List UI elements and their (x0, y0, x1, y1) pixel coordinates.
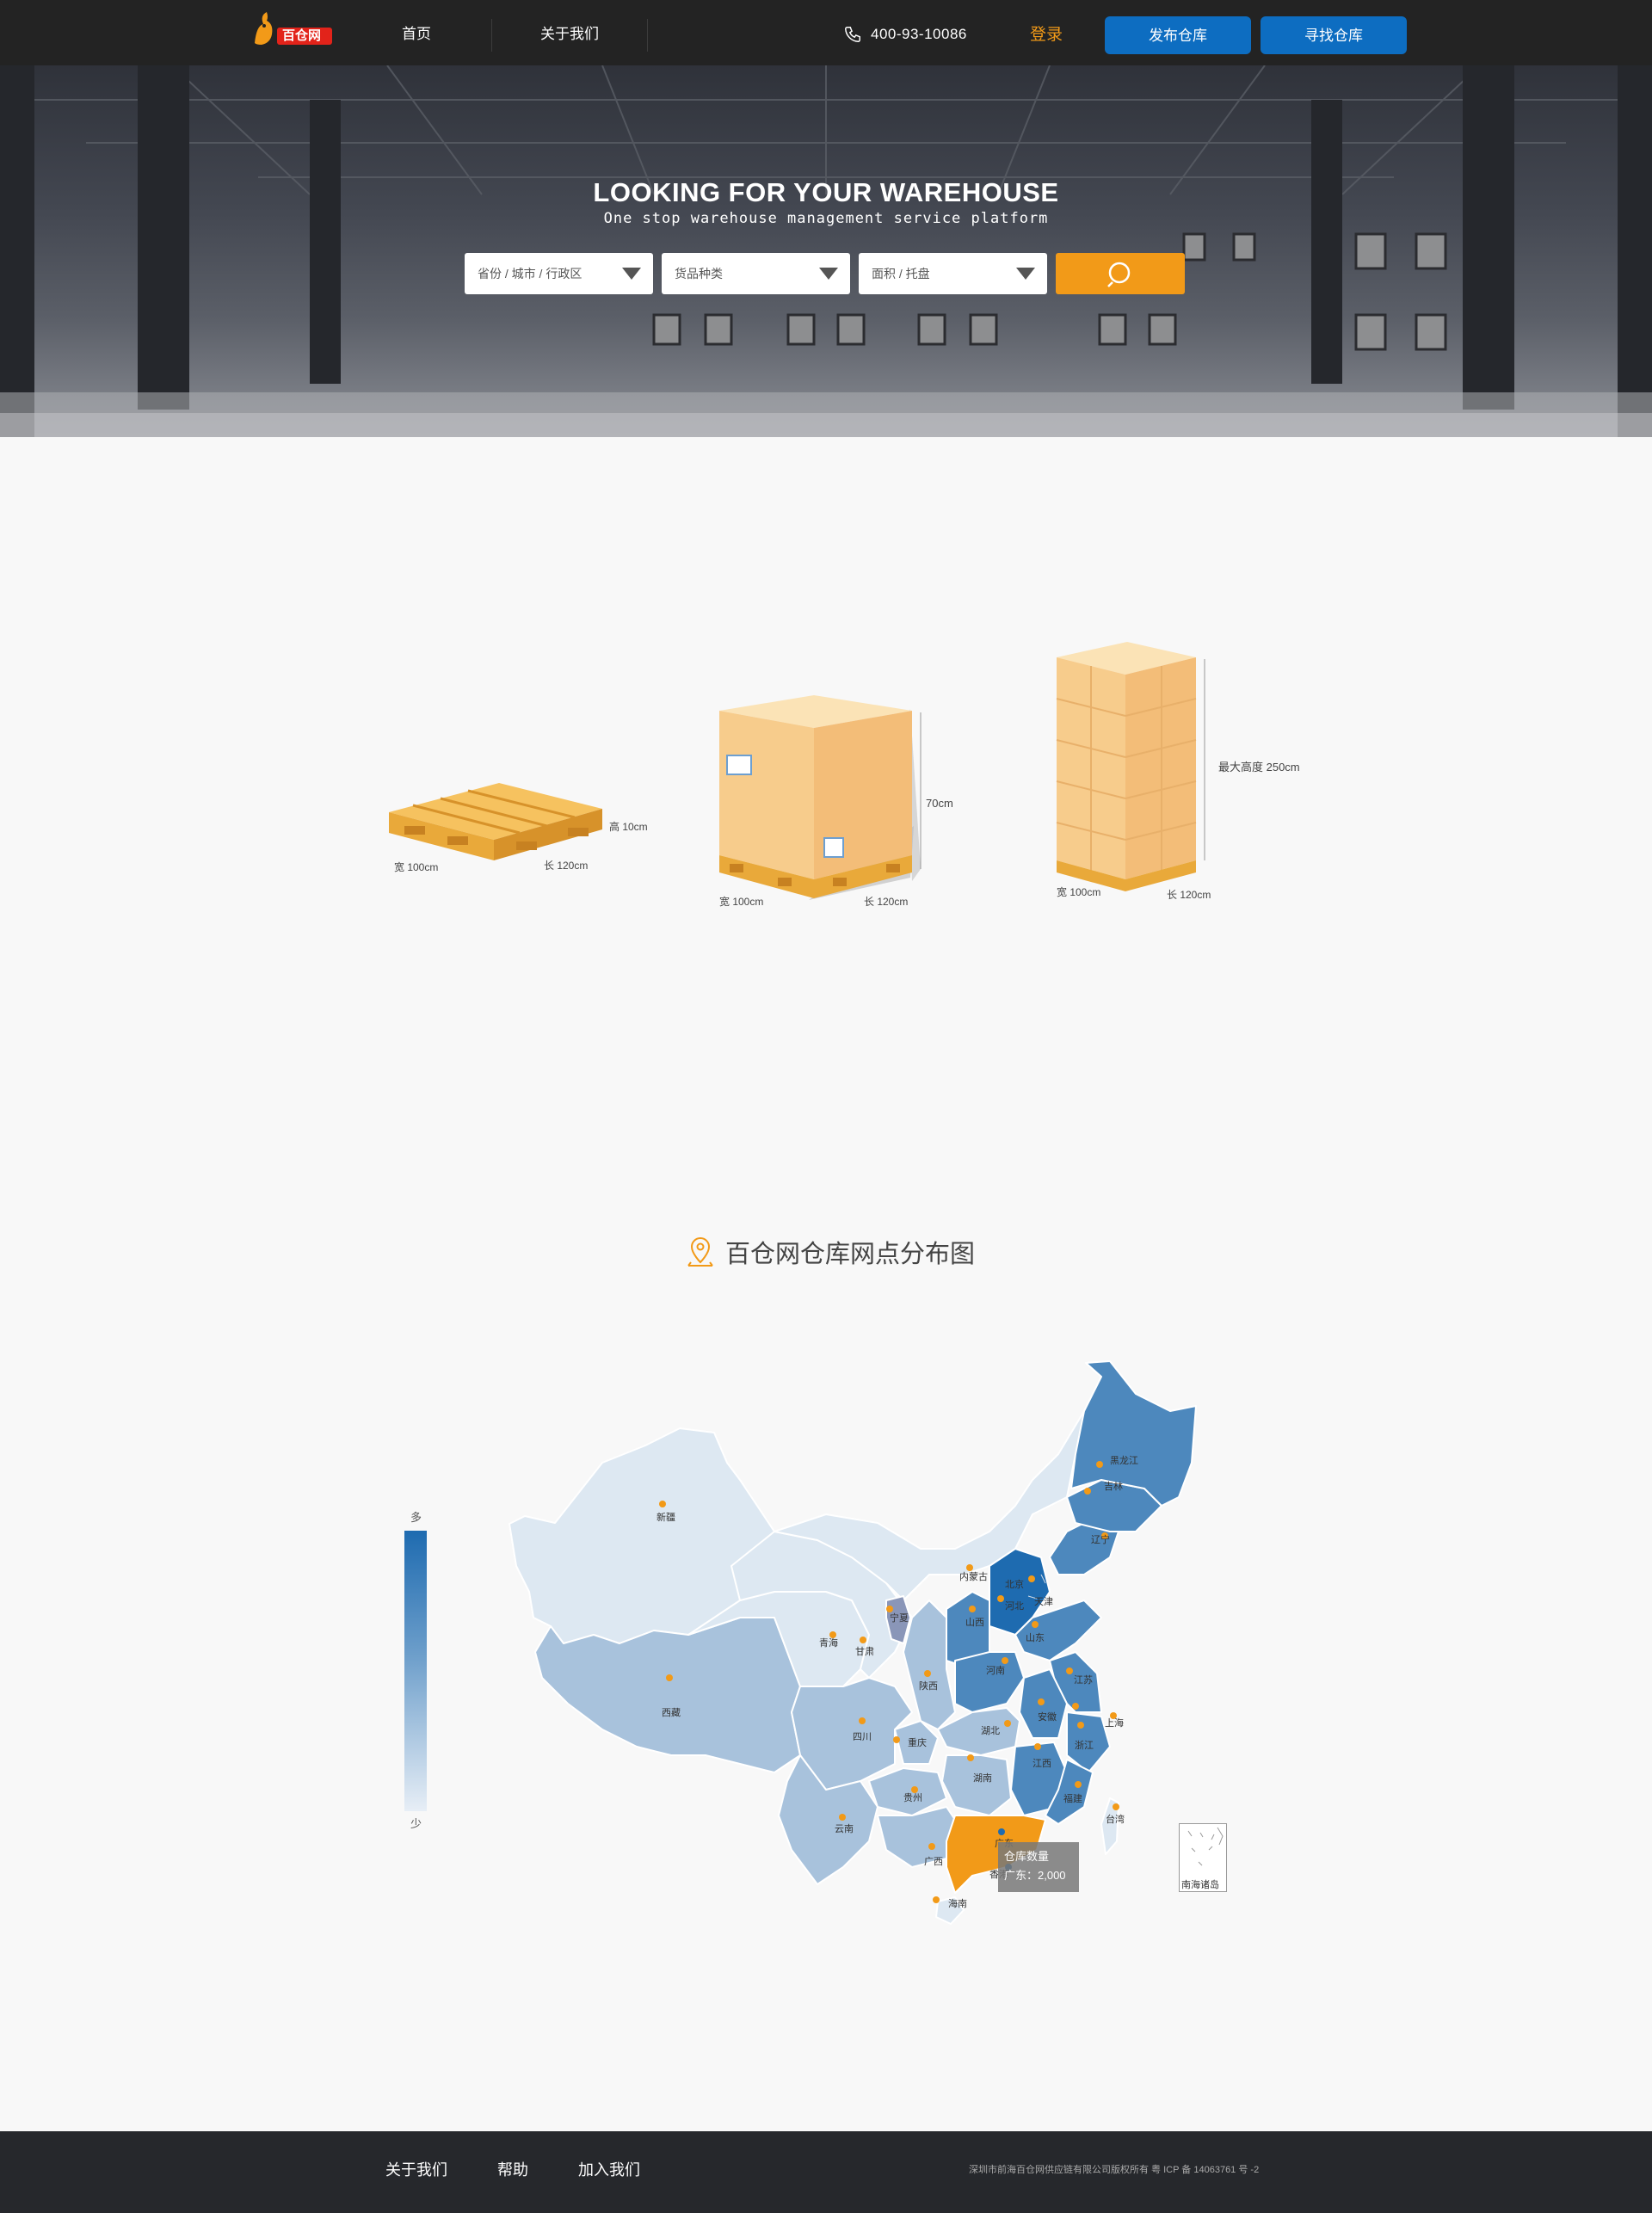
province-henan[interactable] (954, 1651, 1025, 1713)
footer-copyright: 深圳市前海百仓网供应链有限公司版权所有 粤 ICP 备 14063761 号 -… (969, 2165, 1260, 2175)
label-hunan: 湖南 (973, 1773, 992, 1784)
footer-join-link[interactable]: 加入我们 (578, 2131, 640, 2209)
area-select-value: 面积 / 托盘 (872, 267, 930, 280)
stacked-pallet-width: 宽 100cm (1057, 886, 1101, 898)
area-select[interactable]: 面积 / 托盘 (859, 253, 1047, 294)
label-guizhou: 贵州 (903, 1793, 922, 1803)
boxed-pallet-width: 宽 100cm (719, 896, 764, 908)
top-navigation-bar: 百仓网 首页 关于我们 400-93-10086 登录 发布仓库 寻找仓库 (0, 0, 1652, 65)
label-jiangsu: 江苏 (1074, 1675, 1093, 1686)
footer: 关于我们 帮助 加入我们 深圳市前海百仓网供应链有限公司版权所有 粤 ICP 备… (0, 2131, 1652, 2213)
footer-help-link[interactable]: 帮助 (497, 2131, 528, 2209)
label-gansu: 甘肃 (855, 1647, 874, 1657)
boxed-pallet (719, 695, 922, 900)
label-anhui: 安徽 (1038, 1712, 1057, 1723)
find-warehouse-button[interactable]: 寻找仓库 (1261, 16, 1407, 54)
label-ningxia: 宁夏 (890, 1613, 909, 1624)
label-jilin: 吉林 (1104, 1482, 1123, 1492)
label-yunnan: 云南 (835, 1824, 854, 1834)
label-guangxi: 广西 (924, 1857, 943, 1867)
label-shaanxi: 陕西 (919, 1681, 938, 1692)
map-title: 百仓网仓库网点分布图 (686, 1232, 975, 1272)
goods-type-select[interactable]: 货品种类 (662, 253, 850, 294)
hero-title: LOOKING FOR YOUR WAREHOUSE (593, 177, 1059, 207)
label-xizang: 西藏 (662, 1708, 681, 1718)
label-hubei: 湖北 (981, 1726, 1000, 1736)
label-fujian: 福建 (1063, 1794, 1082, 1804)
label-beijing: 北京 (1005, 1580, 1024, 1590)
hero-subtitle: One stop warehouse management service pl… (603, 210, 1049, 227)
province-xizang[interactable] (534, 1617, 801, 1773)
province-heilongjiang[interactable] (1070, 1360, 1197, 1507)
boxed-pallet-length: 长 120cm (864, 896, 909, 908)
stacked-pallet (1056, 642, 1205, 891)
nav-about[interactable]: 关于我们 (540, 0, 599, 65)
publish-warehouse-button[interactable]: 发布仓库 (1105, 16, 1251, 54)
tooltip-title: 仓库数量 (1004, 1850, 1050, 1863)
phone-text: 400-93-10086 (871, 26, 967, 42)
logo[interactable]: 百仓网 (248, 9, 337, 57)
map-title-text: 百仓网仓库网点分布图 (725, 1241, 976, 1268)
label-jiangxi: 江西 (1032, 1759, 1051, 1769)
search-icon (1107, 262, 1131, 287)
warehouse-background (0, 65, 1652, 437)
empty-pallet-height: 高 10cm (609, 821, 648, 833)
goods-type-select-value: 货品种类 (675, 267, 723, 280)
label-hainan: 海南 (948, 1899, 967, 1909)
label-sichuan: 四川 (853, 1732, 872, 1742)
label-neimenggu: 内蒙古 (959, 1572, 988, 1582)
nav-divider (647, 19, 648, 52)
logo-text: 百仓网 (282, 28, 322, 43)
search-button[interactable] (1056, 253, 1185, 294)
dropdown-arrow-icon (819, 268, 838, 280)
phone-icon (845, 27, 860, 42)
nav-divider (491, 19, 492, 52)
region-select[interactable]: 省份 / 城市 / 行政区 (465, 253, 653, 294)
nav-home[interactable]: 首页 (402, 0, 431, 65)
stacked-pallet-height: 最大高度 250cm (1218, 761, 1300, 774)
label-shanghai: 上海 (1105, 1718, 1124, 1729)
dropdown-arrow-icon (1016, 268, 1035, 280)
label-henan: 河南 (986, 1666, 1005, 1676)
label-taiwan: 台湾 (1106, 1815, 1125, 1825)
province-hunan[interactable] (941, 1754, 1012, 1816)
login-link[interactable]: 登录 (1030, 0, 1063, 65)
tooltip-value: 广东：2,000 (1004, 1869, 1066, 1882)
label-shandong: 山东 (1026, 1633, 1045, 1643)
china-warehouse-map (509, 1360, 1197, 1925)
label-liaoning: 辽宁 (1091, 1535, 1110, 1545)
boxed-pallet-height: 70cm (926, 797, 953, 810)
dropdown-arrow-icon (622, 268, 641, 280)
empty-pallet (389, 783, 602, 860)
label-hebei: 河北 (1005, 1601, 1024, 1612)
footer-about-link[interactable]: 关于我们 (385, 2131, 447, 2209)
region-select-value: 省份 / 城市 / 行政区 (478, 267, 583, 280)
phone-number: 400-93-10086 (843, 24, 967, 45)
label-xinjiang: 新疆 (656, 1513, 675, 1523)
label-zhejiang: 浙江 (1075, 1741, 1094, 1751)
hero-banner: LOOKING FOR YOUR WAREHOUSE One stop ware… (0, 65, 1652, 437)
empty-pallet-length: 长 120cm (544, 860, 589, 872)
map-pin-icon (687, 1236, 713, 1267)
label-qinghai: 青海 (819, 1638, 838, 1649)
empty-pallet-width: 宽 100cm (394, 861, 439, 873)
inset-label: 南海诸岛 (1181, 1880, 1219, 1890)
pallet-illustrations (389, 642, 1205, 900)
label-chongqing: 重庆 (908, 1738, 927, 1748)
label-shanxi: 山西 (965, 1618, 984, 1628)
label-heilongjiang: 黑龙江 (1110, 1456, 1138, 1466)
label-tianjin: 天津 (1034, 1597, 1053, 1607)
map-tooltip: 仓库数量 广东：2,000 (998, 1842, 1079, 1892)
stacked-pallet-length: 长 120cm (1167, 889, 1211, 901)
